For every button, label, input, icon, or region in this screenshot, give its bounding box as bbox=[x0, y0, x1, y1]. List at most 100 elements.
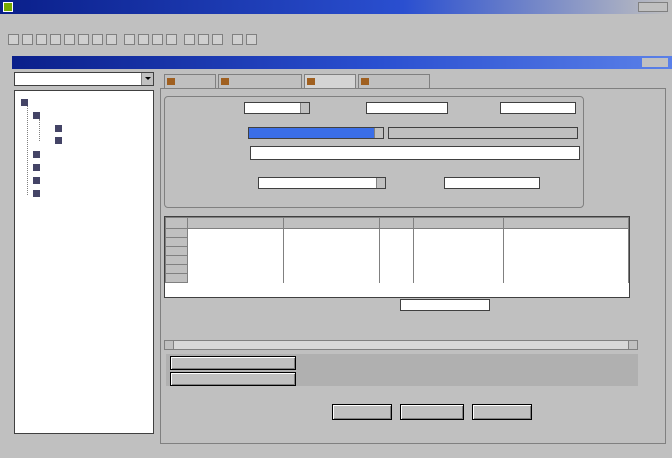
tree-node[interactable] bbox=[33, 164, 42, 171]
row-header-cell[interactable] bbox=[165, 273, 188, 283]
table-cell[interactable] bbox=[187, 228, 284, 238]
field-3[interactable] bbox=[500, 102, 576, 114]
print-icon[interactable] bbox=[50, 34, 61, 45]
tab-4[interactable] bbox=[358, 74, 430, 88]
tree-node[interactable] bbox=[33, 151, 42, 158]
tree-node[interactable] bbox=[55, 125, 64, 132]
chevron-down-icon[interactable] bbox=[376, 178, 385, 188]
table-cell[interactable] bbox=[187, 273, 284, 283]
table-cell[interactable] bbox=[413, 228, 504, 238]
column-header[interactable] bbox=[379, 217, 414, 229]
table-cell[interactable] bbox=[379, 264, 414, 274]
next-icon[interactable] bbox=[212, 34, 223, 45]
filter-icon[interactable] bbox=[138, 34, 149, 45]
table-cell[interactable] bbox=[413, 255, 504, 265]
table-row[interactable] bbox=[165, 228, 629, 238]
table-row[interactable] bbox=[165, 237, 629, 247]
table-cell[interactable] bbox=[187, 255, 284, 265]
table-cell[interactable] bbox=[283, 264, 380, 274]
first-icon[interactable] bbox=[184, 34, 195, 45]
table-cell[interactable] bbox=[283, 237, 380, 247]
table-cell[interactable] bbox=[413, 246, 504, 256]
table-cell[interactable] bbox=[413, 264, 504, 274]
company-selector[interactable] bbox=[14, 72, 154, 86]
tree-node[interactable] bbox=[33, 177, 42, 184]
table-cell[interactable] bbox=[379, 273, 414, 283]
tree-node[interactable] bbox=[21, 99, 30, 106]
scroll-left-icon[interactable] bbox=[165, 341, 174, 349]
tab-3[interactable] bbox=[304, 74, 356, 88]
help-icon[interactable] bbox=[246, 34, 257, 45]
table-cell[interactable] bbox=[379, 246, 414, 256]
window-controls[interactable] bbox=[638, 2, 668, 12]
table-cell[interactable] bbox=[283, 255, 380, 265]
grid-icon[interactable] bbox=[166, 34, 177, 45]
table-cell[interactable] bbox=[283, 246, 380, 256]
row-header-cell[interactable] bbox=[165, 246, 188, 256]
tree-node[interactable] bbox=[33, 112, 42, 119]
table-cell[interactable] bbox=[187, 237, 284, 247]
cancel-button[interactable] bbox=[400, 404, 464, 420]
table-row[interactable] bbox=[165, 273, 629, 283]
save-icon[interactable] bbox=[36, 34, 47, 45]
column-header[interactable] bbox=[413, 217, 504, 229]
new-icon[interactable] bbox=[8, 34, 19, 45]
column-header[interactable] bbox=[283, 217, 380, 229]
row-header-cell[interactable] bbox=[165, 237, 188, 247]
column-header[interactable] bbox=[503, 217, 629, 229]
delete-icon[interactable] bbox=[106, 34, 117, 45]
field-5[interactable] bbox=[250, 146, 580, 160]
cut-icon[interactable] bbox=[64, 34, 75, 45]
table-cell[interactable] bbox=[503, 264, 629, 274]
row-header-cell[interactable] bbox=[165, 255, 188, 265]
table-cell[interactable] bbox=[187, 264, 284, 274]
field-1[interactable] bbox=[244, 102, 310, 114]
row-header-cell[interactable] bbox=[165, 264, 188, 274]
refresh-icon[interactable] bbox=[232, 34, 243, 45]
table-row[interactable] bbox=[165, 246, 629, 256]
table-cell[interactable] bbox=[187, 246, 284, 256]
tree-node[interactable] bbox=[55, 137, 64, 144]
document-controls[interactable] bbox=[642, 58, 668, 67]
field-7[interactable] bbox=[444, 177, 540, 189]
column-header[interactable] bbox=[165, 217, 188, 229]
table-cell[interactable] bbox=[379, 255, 414, 265]
field-2[interactable] bbox=[366, 102, 448, 114]
column-header[interactable] bbox=[187, 217, 284, 229]
sort-icon[interactable] bbox=[152, 34, 163, 45]
table-cell[interactable] bbox=[503, 228, 629, 238]
paste-icon[interactable] bbox=[92, 34, 103, 45]
side-button-1[interactable] bbox=[170, 356, 296, 370]
field-4[interactable] bbox=[248, 127, 384, 139]
scroll-right-icon[interactable] bbox=[628, 341, 637, 349]
horizontal-scrollbar[interactable] bbox=[164, 340, 638, 350]
chevron-down-icon[interactable] bbox=[374, 128, 383, 138]
table-cell[interactable] bbox=[503, 237, 629, 247]
copy-icon[interactable] bbox=[78, 34, 89, 45]
table-cell[interactable] bbox=[379, 228, 414, 238]
table-cell[interactable] bbox=[283, 273, 380, 283]
table-cell[interactable] bbox=[283, 228, 380, 238]
table-row[interactable] bbox=[165, 264, 629, 274]
field-6[interactable] bbox=[258, 177, 386, 189]
table-cell[interactable] bbox=[503, 246, 629, 256]
chevron-down-icon[interactable] bbox=[141, 73, 153, 85]
chevron-down-icon[interactable] bbox=[300, 103, 309, 113]
row-header-cell[interactable] bbox=[165, 228, 188, 238]
find-icon[interactable] bbox=[124, 34, 135, 45]
ok-button[interactable] bbox=[332, 404, 392, 420]
table-cell[interactable] bbox=[503, 273, 629, 283]
table-row[interactable] bbox=[165, 255, 629, 265]
open-icon[interactable] bbox=[22, 34, 33, 45]
tab-2[interactable] bbox=[218, 74, 302, 88]
tab-1[interactable] bbox=[164, 74, 216, 88]
tree-node[interactable] bbox=[33, 190, 42, 197]
tree-connector bbox=[39, 119, 40, 141]
help-button[interactable] bbox=[472, 404, 532, 420]
table-cell[interactable] bbox=[413, 273, 504, 283]
side-button-2[interactable] bbox=[170, 372, 296, 386]
table-cell[interactable] bbox=[413, 237, 504, 247]
table-cell[interactable] bbox=[503, 255, 629, 265]
prev-icon[interactable] bbox=[198, 34, 209, 45]
table-cell[interactable] bbox=[379, 237, 414, 247]
